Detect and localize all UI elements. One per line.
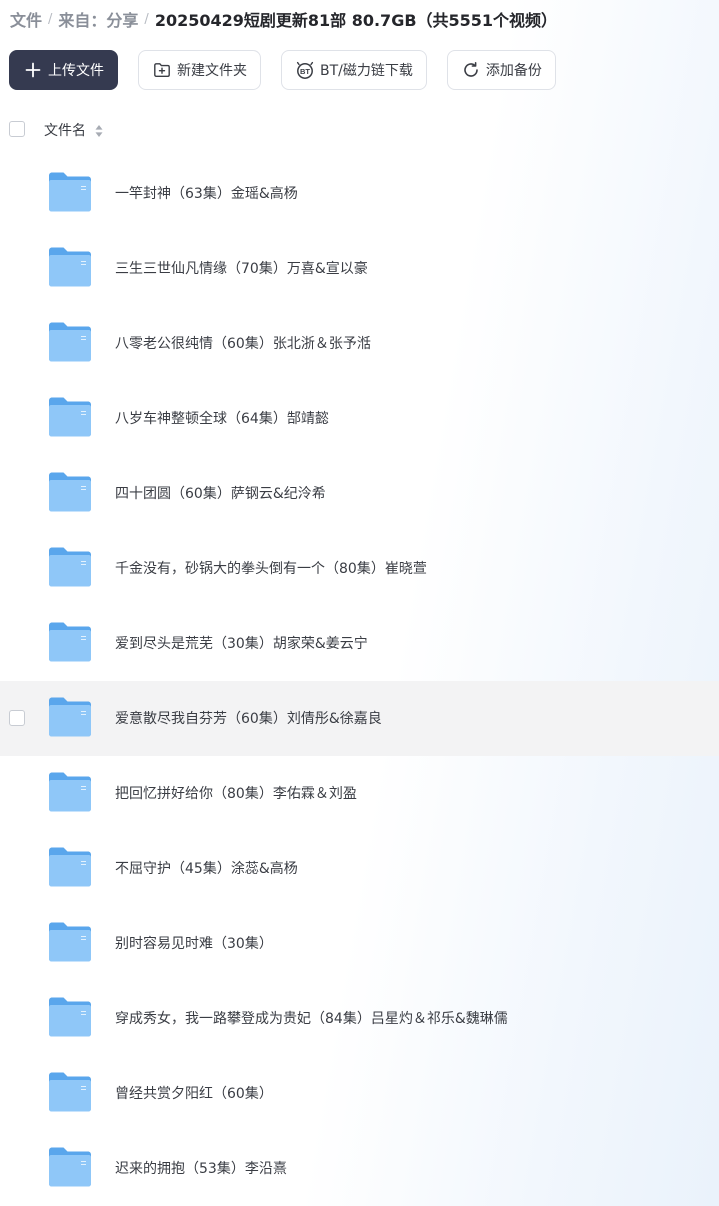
breadcrumb-item-share[interactable]: 来自：分享: [58, 7, 138, 31]
svg-text:BT: BT: [300, 67, 310, 76]
toolbar: 上传文件 新建文件夹 BT BT/磁力链下载 添加备份: [9, 50, 576, 90]
file-row[interactable]: 穿成秀女，我一路攀登成为贵妃（84集）吕星灼＆祁乐&魏琳儒: [0, 981, 719, 1056]
bt-magnet-download-label: BT/磁力链下载: [320, 63, 413, 79]
folder-icon: [47, 621, 93, 663]
file-name[interactable]: 穿成秀女，我一路攀登成为贵妃（84集）吕星灼＆祁乐&魏琳儒: [115, 1008, 508, 1028]
breadcrumb-separator: /: [48, 11, 53, 27]
folder-icon: [47, 396, 93, 438]
breadcrumb: 文件 / 来自：分享 / 20250429短剧更新81部 80.7GB（共555…: [10, 6, 557, 32]
file-name[interactable]: 别时容易见时难（30集）: [115, 933, 273, 953]
file-row[interactable]: 迟来的拥抱（53集）李沿熹: [0, 1131, 719, 1206]
add-backup-label: 添加备份: [485, 63, 542, 79]
folder-icon: [47, 771, 93, 813]
new-folder-label: 新建文件夹: [177, 63, 247, 79]
file-row[interactable]: 千金没有，砂锅大的拳头倒有一个（80集）崔晓萱: [0, 531, 719, 606]
sort-icon[interactable]: [95, 123, 103, 137]
folder-plus-icon: [152, 60, 172, 80]
folder-icon: [47, 1146, 93, 1188]
file-row[interactable]: 不屈守护（45集）涂蕊&高杨: [0, 831, 719, 906]
file-row[interactable]: 爱意散尽我自芬芳（60集）刘倩彤&徐嘉良: [0, 681, 719, 756]
plus-icon: [23, 60, 43, 80]
file-row[interactable]: 爱到尽头是荒芜（30集）胡家荣&姜云宁: [0, 606, 719, 681]
file-row[interactable]: 八岁车神整顿全球（64集）郜靖懿: [0, 381, 719, 456]
folder-icon: [47, 921, 93, 963]
folder-icon: [47, 996, 93, 1038]
file-list: 一竿封神（63集）金瑶&高杨三生三世仙凡情缘（70集）万喜&宣以豪 八零老公很纯情…: [0, 156, 719, 1206]
upload-file-button[interactable]: 上传文件: [9, 50, 118, 90]
breadcrumb-separator: /: [144, 11, 149, 27]
file-name[interactable]: 八岁车神整顿全球（64集）郜靖懿: [115, 408, 329, 428]
folder-icon: [47, 546, 93, 588]
bt-magnet-download-button[interactable]: BT BT/磁力链下载: [281, 50, 427, 90]
folder-icon: [47, 246, 93, 288]
folder-icon: [47, 471, 93, 513]
file-name[interactable]: 爱到尽头是荒芜（30集）胡家荣&姜云宁: [115, 633, 368, 653]
file-name[interactable]: 一竿封神（63集）金瑶&高杨: [115, 183, 298, 203]
bt-icon: BT: [295, 60, 315, 80]
file-row[interactable]: 曾经共赏夕阳红（60集）: [0, 1056, 719, 1131]
file-row[interactable]: 把回忆拼好给你（80集）李佑霖＆刘盈: [0, 756, 719, 831]
new-folder-button[interactable]: 新建文件夹: [138, 50, 261, 90]
upload-file-label: 上传文件: [48, 63, 104, 79]
file-row[interactable]: 三生三世仙凡情缘（70集）万喜&宣以豪: [0, 231, 719, 306]
file-name[interactable]: 千金没有，砂锅大的拳头倒有一个（80集）崔晓萱: [115, 558, 427, 578]
file-list-header: 文件名: [0, 116, 719, 144]
file-name[interactable]: 迟来的拥抱（53集）李沿熹: [115, 1158, 287, 1178]
folder-icon: [47, 321, 93, 363]
folder-icon: [47, 171, 93, 213]
folder-icon: [47, 1071, 93, 1113]
file-name[interactable]: 不屈守护（45集）涂蕊&高杨: [115, 858, 298, 878]
file-name[interactable]: 曾经共赏夕阳红（60集）: [115, 1083, 273, 1103]
sync-icon: [461, 60, 481, 80]
breadcrumb-current-folder: 20250429短剧更新81部 80.7GB（共5551个视频）: [154, 11, 558, 30]
row-checkbox[interactable]: [9, 710, 25, 726]
file-row[interactable]: 别时容易见时难（30集）: [0, 906, 719, 981]
folder-icon: [47, 696, 93, 738]
file-row[interactable]: 八零老公很纯情（60集）张北浙＆张予湉: [0, 306, 719, 381]
folder-icon: [47, 846, 93, 888]
column-header-filename[interactable]: 文件名: [44, 120, 86, 140]
file-name[interactable]: 把回忆拼好给你（80集）李佑霖＆刘盈: [115, 783, 357, 803]
file-name[interactable]: 爱意散尽我自芬芳（60集）刘倩彤&徐嘉良: [115, 708, 382, 728]
file-name[interactable]: 八零老公很纯情（60集）张北浙＆张予湉: [115, 333, 371, 353]
file-name[interactable]: 四十团圆（60集）萨钢云&纪泠希: [115, 483, 326, 503]
add-backup-button[interactable]: 添加备份: [446, 50, 556, 90]
file-name[interactable]: 三生三世仙凡情缘（70集）万喜&宣以豪: [115, 258, 368, 278]
file-row[interactable]: 一竿封神（63集）金瑶&高杨: [0, 156, 719, 231]
select-all-checkbox[interactable]: [9, 121, 25, 137]
breadcrumb-item-files[interactable]: 文件: [10, 7, 42, 31]
file-row[interactable]: 四十团圆（60集）萨钢云&纪泠希: [0, 456, 719, 531]
